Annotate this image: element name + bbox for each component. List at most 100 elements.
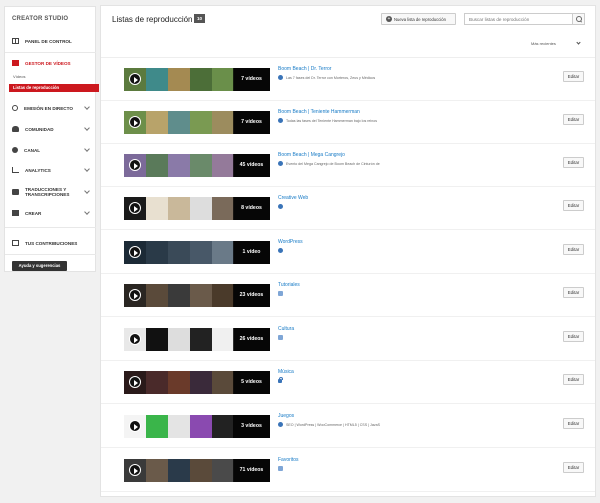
edit-button[interactable]: Editar [563, 374, 584, 385]
playlist-title[interactable]: Juegos [278, 413, 294, 419]
edit-button[interactable]: Editar [563, 418, 584, 429]
create-icon [12, 210, 19, 216]
play-icon[interactable] [129, 333, 141, 345]
playlist-thumbnail[interactable]: 1 vídeo [124, 241, 270, 264]
edit-button[interactable]: Editar [563, 157, 584, 168]
play-icon[interactable] [129, 464, 141, 476]
help-feedback-button[interactable]: Ayuda y sugerencias [12, 261, 67, 271]
globe-icon [278, 118, 283, 123]
playlists-panel: Listas de reproducción 10 + Nueva lista … [100, 5, 596, 497]
chevron-down-icon[interactable] [576, 40, 581, 45]
playlist-title[interactable]: Tutoriales [278, 282, 300, 288]
link-icon [278, 466, 283, 471]
sidebar-item-contributions[interactable]: TUS CONTRIBUCIONES [5, 236, 96, 250]
playlist-thumbnail[interactable]: 7 vídeos [124, 68, 270, 91]
playlist-title[interactable]: Cultura [278, 326, 294, 332]
playlist-description: SEO | WordPress | WooCommerce | HTML5 | … [286, 422, 381, 427]
chevron-down-icon [84, 146, 90, 152]
search-input[interactable] [465, 14, 572, 24]
playlist-thumbnail[interactable]: 45 vídeos [124, 154, 270, 177]
edit-button[interactable]: Editar [563, 114, 584, 125]
playlist-title[interactable]: Creative Web [278, 195, 308, 201]
sidebar-subitem-videos[interactable]: Vídeos [13, 74, 25, 79]
playlist-thumbnail[interactable]: 3 vídeos [124, 415, 270, 438]
edit-button[interactable]: Editar [563, 244, 584, 255]
playlist-description: Todas las fases del Teniente Hammerman b… [286, 118, 378, 123]
thumbnail-image [190, 241, 212, 264]
sidebar-item-dashboard[interactable]: PANEL DE CONTROL [5, 34, 96, 48]
plus-icon: + [386, 16, 392, 22]
sidebar: CREATOR STUDIO PANEL DE CONTROL GESTOR D… [4, 6, 99, 272]
playlist-thumbnail[interactable]: 8 vídeos [124, 197, 270, 220]
edit-button[interactable]: Editar [563, 71, 584, 82]
sidebar-item-translations[interactable]: TRADUCCIONES Y TRANSCRIPCIONES [5, 185, 96, 199]
edit-button[interactable]: Editar [563, 287, 584, 298]
playlist-thumbnail[interactable]: 5 vídeos [124, 371, 270, 394]
playlist-row: 45 vídeos Boom Beach | Mega Cangrejo Eve… [101, 144, 595, 187]
play-icon[interactable] [129, 73, 141, 85]
thumbnail-image [190, 415, 212, 438]
playlist-meta [278, 204, 286, 209]
playlist-thumbnail[interactable]: 71 vídeos [124, 459, 270, 482]
sidebar-item-label: EMISIÓN EN DIRECTO [24, 105, 73, 111]
sidebar-subitem-playlists[interactable]: Listas de reproducción [9, 84, 99, 92]
playlist-thumbnail[interactable]: 23 vídeos [124, 284, 270, 307]
play-icon[interactable] [129, 246, 141, 258]
edit-button[interactable]: Editar [563, 200, 584, 211]
page-title: Listas de reproducción [112, 15, 193, 24]
playlist-title[interactable]: Boom Beach | Dr. Terror [278, 66, 331, 72]
divider [101, 403, 595, 404]
sort-dropdown[interactable]: Más recientes [531, 41, 556, 46]
playlist-thumbnail[interactable]: 7 vídeos [124, 111, 270, 134]
sidebar-item-channel[interactable]: CANAL [5, 143, 96, 157]
play-icon[interactable] [129, 289, 141, 301]
video-count: 3 vídeos [233, 415, 270, 438]
analytics-icon [12, 167, 19, 173]
new-playlist-label: Nueva lista de reproducción [394, 16, 446, 22]
thumbnail-image [212, 459, 234, 482]
thumbnail-image [168, 459, 190, 482]
link-icon [278, 291, 283, 296]
playlist-title[interactable]: Música [278, 369, 294, 375]
playlist-row: 8 vídeos Creative Web Editar [101, 187, 595, 230]
search-box [464, 13, 585, 25]
playlist-title[interactable]: Boom Beach | Mega Cangrejo [278, 152, 345, 158]
thumbnail-image [190, 111, 212, 134]
thumbnail-image [168, 328, 190, 351]
playlist-meta: Las 7 fases del Dr. Terror con Morteros,… [278, 75, 375, 80]
sidebar-item-community[interactable]: COMUNIDAD [5, 122, 96, 136]
thumbnail-image [212, 371, 234, 394]
play-icon[interactable] [129, 159, 141, 171]
play-icon[interactable] [129, 116, 141, 128]
edit-button[interactable]: Editar [563, 462, 584, 473]
sidebar-item-label: ANALYTICS [25, 167, 51, 173]
sidebar-item-label: GESTOR DE VÍDEOS [25, 60, 71, 66]
search-button[interactable] [572, 14, 584, 24]
thumbnail-image [146, 415, 168, 438]
globe-icon [278, 75, 283, 80]
edit-button[interactable]: Editar [563, 331, 584, 342]
sidebar-item-live-streaming[interactable]: EMISIÓN EN DIRECTO [5, 101, 96, 115]
new-playlist-button[interactable]: + Nueva lista de reproducción [381, 13, 456, 25]
playlist-row: 7 vídeos Boom Beach | Teniente Hammerman… [101, 101, 595, 144]
play-icon[interactable] [129, 376, 141, 388]
globe-icon [278, 161, 283, 166]
chevron-down-icon [84, 166, 90, 172]
playlist-title[interactable]: Favoritos [278, 457, 299, 463]
play-icon[interactable] [129, 420, 141, 432]
lock-icon [278, 377, 283, 383]
sidebar-item-create[interactable]: CREAR [5, 206, 96, 220]
sidebar-item-video-manager[interactable]: GESTOR DE VÍDEOS [5, 56, 96, 70]
community-icon [12, 126, 19, 132]
sidebar-item-analytics[interactable]: ANALYTICS [5, 163, 96, 177]
playlist-description: Las 7 fases del Dr. Terror con Morteros,… [286, 75, 376, 80]
thumbnail-image [146, 197, 168, 220]
playlist-thumbnail[interactable]: 26 vídeos [124, 328, 270, 351]
thumbnail-image [168, 154, 190, 177]
divider [5, 52, 96, 53]
playlist-title[interactable]: WordPress [278, 239, 303, 245]
play-icon[interactable] [129, 202, 141, 214]
thumbnail-image [190, 68, 212, 91]
playlist-title[interactable]: Boom Beach | Teniente Hammerman [278, 109, 360, 115]
sidebar-item-label: COMUNIDAD [25, 126, 54, 132]
